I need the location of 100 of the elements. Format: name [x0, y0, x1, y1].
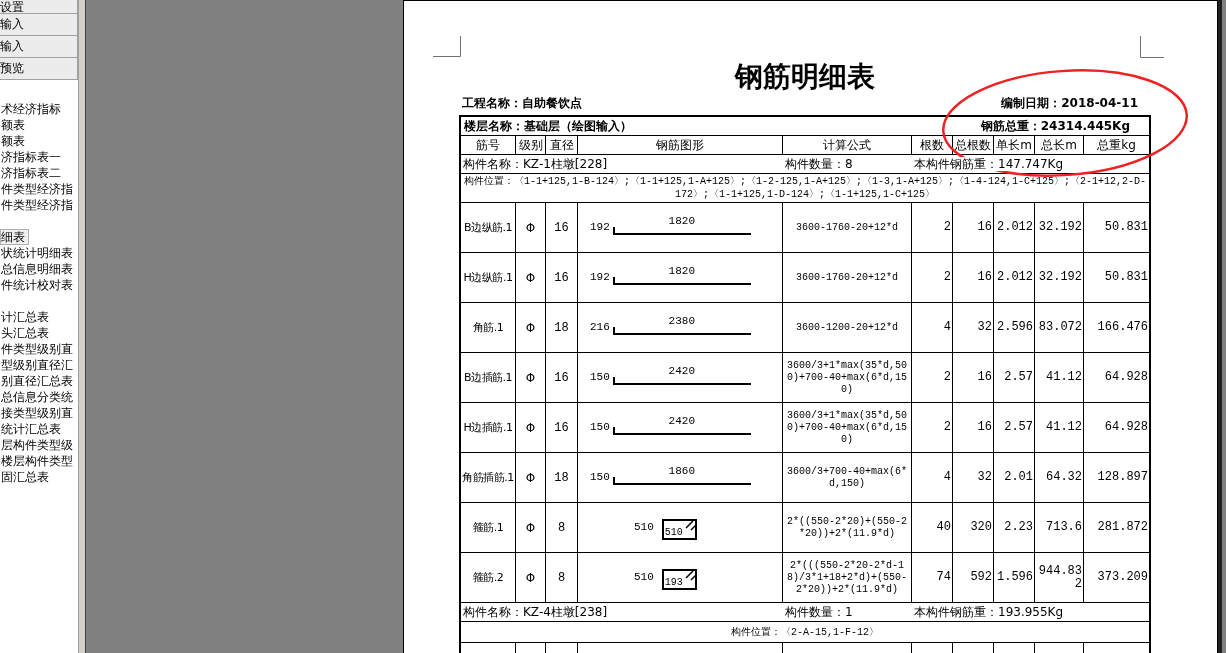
bent-bar-icon [612, 326, 751, 335]
table-cell-text: 373.209 [1096, 569, 1149, 586]
sidebar-item[interactable]: 济指标表二 [0, 165, 62, 181]
corner-mark-icon [1140, 36, 1164, 58]
sidebar-item[interactable]: 济指标表一 [0, 149, 62, 165]
bar-length-label: 1820 [668, 264, 695, 277]
table-cell: 713.6 [1035, 503, 1084, 552]
splitter-bar[interactable] [79, 0, 86, 653]
hook-length-label: 192 [590, 221, 610, 234]
table-cell: 83.072 [1035, 303, 1084, 352]
table-cell: 2.596 [994, 303, 1035, 352]
sidebar-item[interactable]: 楼层构件类型 [0, 453, 74, 469]
floor-name: 楼层名称：基础层（绘图输入） [463, 119, 632, 133]
sidebar-tab[interactable]: 预览 [0, 58, 78, 80]
table-cell: 3600-1760-20+12*d [783, 253, 912, 302]
stirrup-inner-label: 193 [664, 576, 683, 588]
project-name: 工程名称：自助餐饮点 [461, 96, 582, 110]
table-cell: Φ [516, 553, 546, 602]
table-cell: 18 [546, 303, 578, 352]
table-cell: 41.12 [1035, 353, 1084, 402]
hook-length-label: 150 [590, 421, 610, 434]
table-cell: 592 [953, 553, 994, 602]
table-cell: 8 [546, 503, 578, 552]
report-title: 钢筋明细表 [735, 62, 875, 92]
hook-length-label: 192 [590, 271, 610, 284]
table-cell: 3600/3+700-40+max(6*d,150) [783, 453, 912, 502]
column-header: 计算公式 [783, 136, 912, 154]
sidebar-item[interactable]: 型级别直径汇 [0, 357, 74, 373]
table-cell: Φ [516, 403, 546, 452]
table-cell: 32 [953, 453, 994, 502]
sidebar-item[interactable]: 别直径汇总表 [0, 373, 74, 389]
table-cell: 16 [953, 353, 994, 402]
table-cell: Φ [516, 203, 546, 252]
total-weight: 钢筋总重：24314.445Kg [980, 119, 1131, 133]
table-cell: 18 [546, 453, 578, 502]
table-cell: B边插筋.1 [461, 353, 516, 402]
sidebar-item[interactable]: 件类型经济指 [0, 197, 74, 213]
table-cell: 2 [912, 403, 953, 452]
component-count: 构件数量：8 [784, 157, 854, 171]
table-cell: B边纵筋.1 [461, 203, 516, 252]
sidebar-item[interactable]: 头汇总表 [0, 325, 50, 341]
sidebar-item[interactable]: 计汇总表 [0, 309, 50, 325]
sidebar-item[interactable]: 额表 [0, 117, 26, 133]
sidebar-item[interactable]: 统计汇总表 [0, 421, 62, 437]
table-cell: 2 [912, 203, 953, 252]
table-cell-text: 128.897 [1096, 469, 1149, 486]
sidebar-item[interactable]: 术经济指标 [0, 101, 62, 117]
table-cell: 3600/3+1*max(35*d,500)+700-40+max(6*d,150) [783, 403, 912, 452]
hook-length-label: 150 [590, 471, 610, 484]
stirrup-icon [661, 518, 697, 540]
column-header: 级别 [516, 136, 546, 154]
column-header: 单长m [994, 136, 1035, 154]
table-cell: 2.23 [994, 503, 1035, 552]
table-cell: 32.192 [1035, 253, 1084, 302]
hook-length-label: 216 [590, 321, 610, 334]
sidebar-tab[interactable]: 输入 [0, 36, 78, 58]
sidebar-tab[interactable]: 设置 [0, 0, 78, 14]
component-name: 构件名称：KZ-4柱墩[238] [462, 605, 609, 619]
bent-bar-icon [612, 376, 751, 385]
sidebar-item[interactable]: 固汇总表 [0, 469, 50, 485]
sidebar-item[interactable]: 总信息分类统 [0, 389, 74, 405]
table-cell: 4 [912, 303, 953, 352]
sidebar-item[interactable]: 层构件类型级 [0, 437, 74, 453]
sidebar-item[interactable]: 件类型级别直 [0, 341, 74, 357]
bent-bar-icon [612, 426, 751, 435]
sidebar-tab[interactable]: 输入 [0, 14, 78, 36]
sidebar-item[interactable]: 状统计明细表 [0, 245, 74, 261]
hook-length-label: 150 [590, 371, 610, 384]
stirrup-inner-label: 510 [664, 526, 683, 538]
table-cell: 16 [546, 203, 578, 252]
table-cell: 3600-1760-20+12*d [783, 203, 912, 252]
table-cell: 2.012 [994, 253, 1035, 302]
table-cell: 2.012 [994, 203, 1035, 252]
bar-length-label: 1860 [668, 464, 695, 477]
table-cell: 3600-1200-20+12*d [783, 303, 912, 352]
table-cell: 2.57 [994, 403, 1035, 452]
bar-length-label: 2420 [668, 414, 695, 427]
sidebar-item[interactable]: 件统计校对表 [0, 277, 74, 293]
table-cell-text: 64.928 [1103, 369, 1149, 386]
compile-date: 编制日期：2018-04-11 [1001, 96, 1139, 110]
component-position: 构件位置：〈2-A-15,1-F-12〉 [731, 625, 879, 639]
sidebar-item[interactable]: 细表 [0, 229, 29, 245]
stirrup-icon [661, 568, 697, 590]
table-cell: Φ [516, 353, 546, 402]
table-cell-text: 50.831 [1103, 219, 1149, 236]
sidebar-item[interactable]: 接类型级别直 [0, 405, 74, 421]
table-cell: H边纵筋.1 [461, 253, 516, 302]
table-cell: 2 [912, 253, 953, 302]
table-cell: 16 [953, 253, 994, 302]
stirrup-side-label: 510 [634, 571, 654, 584]
sidebar-item[interactable]: 额表 [0, 133, 26, 149]
table-cell: Φ [516, 303, 546, 352]
column-header: 根数 [912, 136, 953, 154]
sidebar-item[interactable]: 件类型经济指 [0, 181, 74, 197]
component-name: 构件名称：KZ-1柱墩[228] [462, 157, 609, 171]
sidebar-item[interactable]: 总信息明细表 [0, 261, 74, 277]
table-cell: 角筋.1 [461, 303, 516, 352]
component-weight: 本构件钢筋重：147.747Kg [914, 157, 1064, 171]
corner-mark-icon [433, 36, 461, 57]
table-cell: 3600/3+1*max(35*d,500)+700-40+max(6*d,150) [783, 353, 912, 402]
